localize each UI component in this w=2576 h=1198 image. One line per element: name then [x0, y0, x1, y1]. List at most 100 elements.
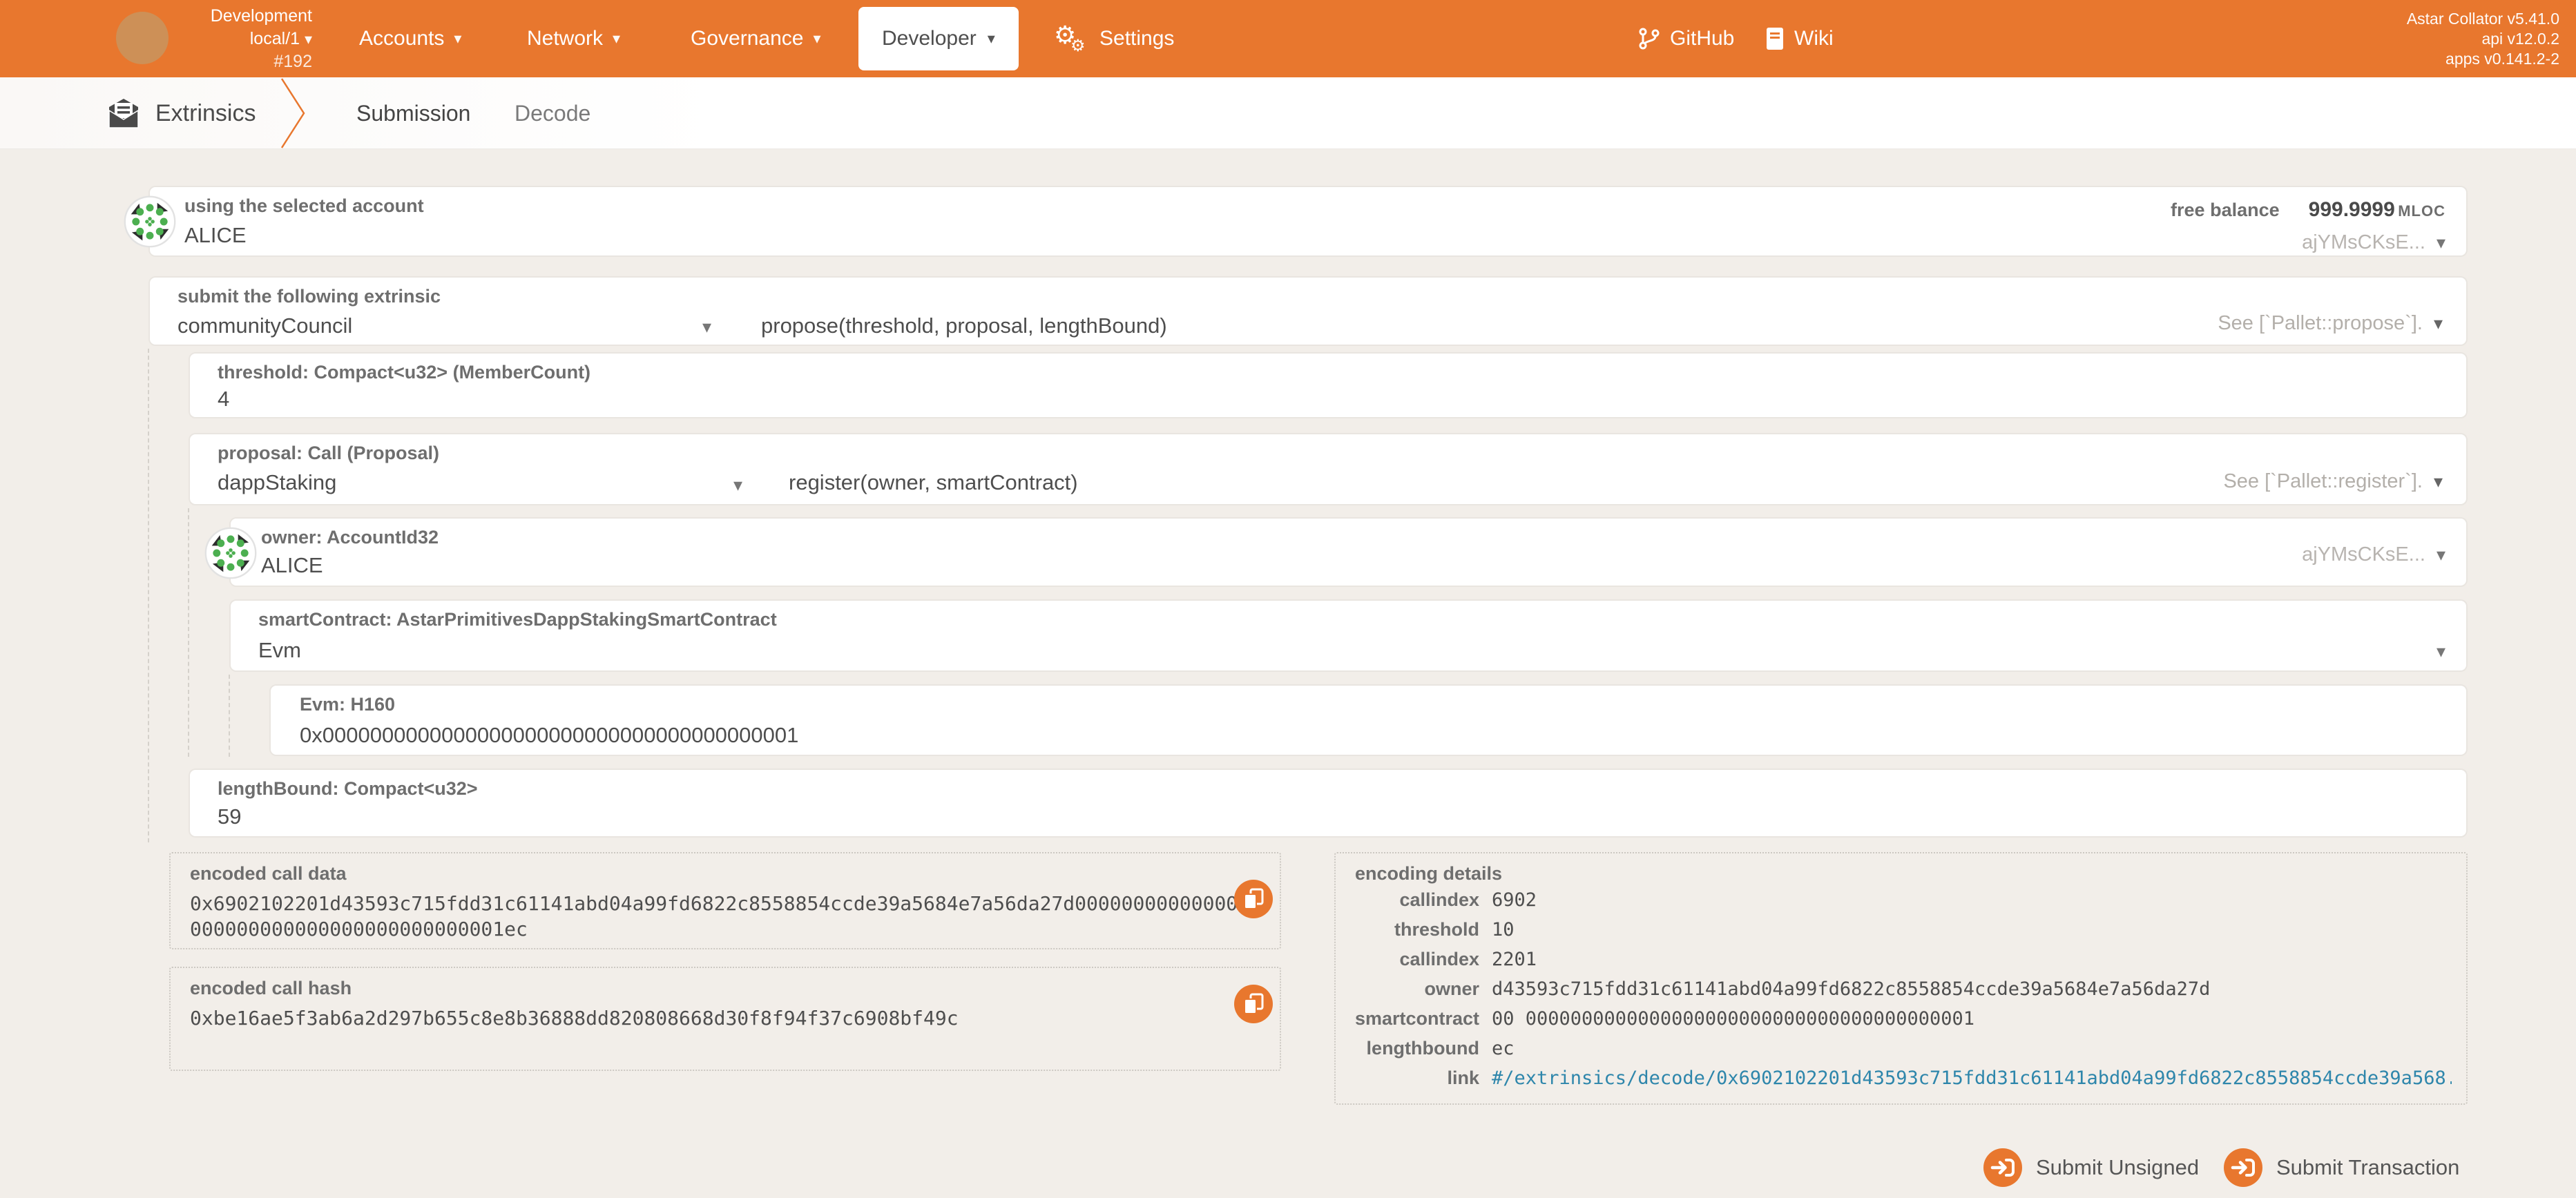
account-identicon[interactable]: [124, 195, 176, 248]
param-owner-label: owner: AccountId32: [261, 527, 439, 548]
chevron-down-icon[interactable]: ▾: [2436, 229, 2445, 256]
chevron-down-icon: ▾: [2433, 313, 2443, 334]
chevron-down-icon: ▾: [613, 30, 621, 47]
chevron-down-icon[interactable]: ▾: [702, 316, 711, 338]
param-proposal: proposal: Call (Proposal) dappStaking ▾ …: [189, 433, 2468, 505]
encoded-call-data-value: 0x6902102201d43593c715fdd31c61141abd04a9…: [190, 892, 1250, 940]
section-title-extrinsics: Extrinsics: [107, 77, 256, 149]
extrinsic-label: submit the following extrinsic: [177, 286, 441, 307]
free-balance-label: free balance: [2171, 200, 2280, 220]
param-lengthbound: lengthBound: Compact<u32> 59: [189, 769, 2468, 838]
encoded-call-hash-box: encoded call hash 0xbe16ae5f3ab6a2d297b6…: [169, 967, 1281, 1071]
param-threshold-input[interactable]: 4: [218, 387, 229, 412]
wiki-link[interactable]: Wiki: [1765, 0, 1834, 77]
indent-guide: [229, 675, 230, 757]
chain-logo[interactable]: [116, 12, 169, 64]
param-proposal-label: proposal: Call (Proposal): [218, 443, 440, 463]
chain-best-block: #192: [273, 52, 312, 71]
account-select-label: using the selected account: [184, 195, 424, 216]
chain-info[interactable]: Development local/1 ▾ #192: [166, 5, 312, 73]
param-evm-input[interactable]: 0x00000000000000000000000000000000000000…: [300, 723, 798, 748]
section-title-label: Extrinsics: [155, 99, 256, 126]
submit-unsigned-button[interactable]: Submit Unsigned: [1983, 1148, 2199, 1188]
encoding-row: lengthbound ec: [1366, 1038, 1515, 1059]
proposal-pallet-select[interactable]: dappStaking: [218, 470, 336, 495]
param-owner-value[interactable]: ALICE: [261, 553, 323, 578]
tab-bar: Extrinsics Submission Decode: [0, 77, 2576, 226]
encoding-details-title: encoding details: [1355, 863, 1503, 884]
chevron-down-icon: ▾: [2433, 471, 2443, 492]
chevron-down-icon: ▾: [813, 30, 821, 47]
param-owner[interactable]: owner: AccountId32 ALICE ajYMsCKsE... ▾: [204, 517, 2468, 587]
encoding-row: callindex 6902: [1399, 889, 1537, 911]
param-smartcontract-select[interactable]: Evm: [258, 638, 301, 663]
method-doc[interactable]: See [`Pallet::propose`]. ▾: [2218, 312, 2443, 335]
owner-identicon[interactable]: [204, 527, 257, 579]
encoding-row: owner d43593c715fdd31c61141abd04a99fd682…: [1424, 978, 2211, 1000]
extrinsic-select-card: submit the following extrinsic community…: [148, 276, 2468, 346]
param-evm-label: Evm: H160: [300, 694, 396, 715]
chevron-down-icon[interactable]: ▾: [2436, 641, 2445, 662]
section-divider-chevron: [280, 78, 305, 148]
top-menu-bar: Development local/1 ▾ #192 Accounts ▾ Ne…: [0, 0, 2576, 77]
copy-call-data-button[interactable]: [1234, 880, 1273, 918]
github-link[interactable]: GitHub: [1638, 0, 1734, 77]
nav-governance[interactable]: Governance ▾: [691, 0, 820, 77]
chain-endpoint[interactable]: local/1 ▾: [166, 28, 312, 50]
chevron-down-icon: ▾: [454, 30, 462, 47]
account-select-card[interactable]: using the selected account ALICE free ba…: [124, 186, 2468, 257]
chevron-down-icon[interactable]: ▾: [733, 474, 742, 496]
indent-guide: [148, 349, 149, 842]
param-smartcontract: smartContract: AstarPrimitivesDappStakin…: [229, 599, 2468, 672]
account-name[interactable]: ALICE: [184, 223, 247, 248]
encoding-row: smartcontract 00 00000000000000000000000…: [1354, 1008, 1974, 1030]
param-lengthbound-input[interactable]: 59: [218, 804, 241, 829]
encoding-row: callindex 2201: [1399, 949, 1537, 970]
param-evm: Evm: H160 0x0000000000000000000000000000…: [269, 684, 2468, 756]
proposal-method-select[interactable]: register(owner, smartContract): [789, 470, 1078, 495]
sign-in-icon: [2224, 1148, 2262, 1187]
envelope-icon: [108, 99, 139, 128]
method-select[interactable]: propose(threshold, proposal, lengthBound…: [761, 313, 1167, 338]
gears-icon: ⚙ ⚙: [1054, 21, 1086, 55]
copy-icon: [1244, 993, 1264, 1014]
nav-network[interactable]: Network ▾: [527, 0, 620, 77]
encoding-row: threshold 10: [1394, 919, 1515, 940]
submit-transaction-button[interactable]: Submit Transaction: [2224, 1148, 2459, 1188]
book-icon: [1767, 28, 1783, 50]
param-lengthbound-label: lengthBound: Compact<u32>: [218, 778, 478, 799]
version-info: Astar Collator v5.41.0 api v12.0.2 apps …: [2407, 9, 2559, 69]
chevron-down-icon: ▾: [2436, 544, 2445, 565]
owner-address[interactable]: ajYMsCKsE... ▾: [2302, 541, 2445, 568]
chevron-down-icon: ▾: [987, 30, 995, 47]
owner-address-short: ajYMsCKsE...: [2302, 543, 2425, 566]
copy-icon: [1244, 888, 1264, 909]
node-version: Astar Collator v5.41.0: [2406, 10, 2559, 28]
chevron-down-icon: ▾: [304, 30, 312, 48]
api-version: api v12.0.2: [2481, 30, 2559, 48]
param-threshold-label: threshold: Compact<u32> (MemberCount): [218, 362, 591, 383]
decode-link[interactable]: #/extrinsics/decode/0x6902102201d43593c7…: [1492, 1067, 2452, 1089]
encoded-call-hash-value: 0xbe16ae5f3ab6a2d297b655c8e8b36888dd8208…: [190, 1007, 959, 1030]
encoding-details-box: encoding details callindex 6902 threshol…: [1334, 852, 2468, 1105]
git-branch-icon: [1639, 28, 1660, 50]
param-smartcontract-label: smartContract: AstarPrimitivesDappStakin…: [258, 609, 777, 630]
encoded-call-data-label: encoded call data: [190, 863, 347, 884]
encoded-call-data-box: encoded call data 0x6902102201d43593c715…: [169, 852, 1281, 949]
nav-accounts[interactable]: Accounts ▾: [359, 0, 461, 77]
param-threshold: threshold: Compact<u32> (MemberCount) 4: [189, 352, 2468, 418]
free-balance-value: 999.9999: [2308, 198, 2395, 221]
nav-developer-active[interactable]: Developer ▾: [858, 7, 1019, 70]
copy-call-hash-button[interactable]: [1234, 985, 1273, 1023]
tab-decode[interactable]: Decode: [515, 77, 590, 149]
chain-name: Development: [210, 6, 312, 26]
nav-settings[interactable]: ⚙ ⚙ Settings: [1054, 0, 1174, 77]
balance-unit: MLOC: [2398, 202, 2445, 220]
pallet-select[interactable]: communityCouncil: [177, 313, 352, 338]
proposal-method-doc[interactable]: See [`Pallet::register`]. ▾: [2223, 470, 2443, 493]
encoded-call-hash-label: encoded call hash: [190, 978, 352, 998]
apps-version: apps v0.141.2-2: [2445, 50, 2559, 68]
sign-in-icon: [1983, 1148, 2022, 1187]
indent-guide: [188, 508, 189, 757]
tab-submission[interactable]: Submission: [356, 77, 470, 149]
